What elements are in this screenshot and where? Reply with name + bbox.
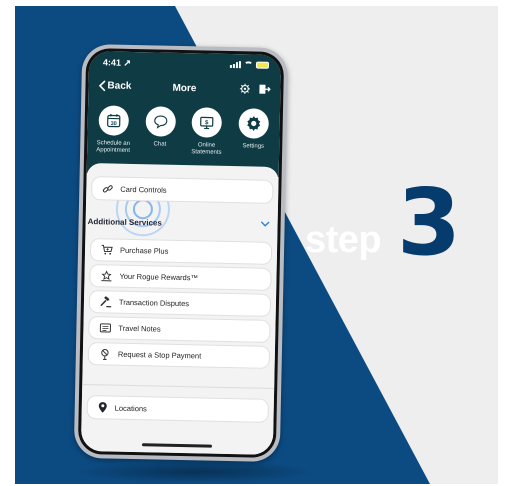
service-label: Travel Notes [118,323,161,334]
card-controls-label: Card Controls [120,184,167,195]
content-panel: Card Controls Additional Services Purcha… [80,163,279,455]
link-icon [102,184,113,192]
quick-action-label: Schedule an Appointment [96,140,131,154]
wifi-icon [243,61,254,69]
phone-screen: 4:41 ↗ Back More 30 Schedule an Appointm… [80,51,282,455]
section-divider [82,383,275,389]
battery-icon [255,61,270,69]
status-icons [229,61,270,69]
service-item-purchase-plus[interactable]: Purchase Plus [90,239,272,264]
logout-icon[interactable] [258,84,271,95]
quick-action-label: Online Statements [191,142,222,156]
service-label: Purchase Plus [119,245,169,256]
nav-actions [239,83,271,95]
services-list: Purchase Plus Your Rogue Rewards™ Transa… [88,239,272,373]
service-item-rogue-rewards[interactable]: Your Rogue Rewards™ [90,265,271,290]
chat-bubble-icon [145,106,176,137]
quick-action-chat[interactable]: Chat [138,106,183,156]
rewards-icon [101,270,112,282]
quick-action-label: Settings [242,143,265,150]
header-panel: 4:41 ↗ Back More 30 Schedule an Appointm… [86,51,282,178]
notes-icon [99,323,111,333]
gear-outline-icon[interactable] [239,83,251,94]
statement-icon: $ [191,107,223,138]
step-number: 3 [397,169,462,276]
status-time: 4:41 ↗ [102,57,132,68]
locations-label: Locations [114,403,147,413]
locations-section: Locations [87,396,268,426]
svg-text:30: 30 [111,121,117,127]
service-label: Transaction Disputes [118,297,190,309]
chevron-down-icon[interactable] [260,221,270,228]
locations-item[interactable]: Locations [87,396,268,422]
additional-services-header[interactable]: Additional Services [87,217,270,235]
step-heading: step 3 [305,177,485,281]
phone-frame: 4:41 ↗ Back More 30 Schedule an Appointm… [73,43,289,463]
quick-action-label: Chat [153,141,167,148]
service-item-travel-notes[interactable]: Travel Notes [89,317,270,342]
service-item-transaction-disputes[interactable]: Transaction Disputes [89,291,271,316]
home-indicator[interactable] [141,443,212,448]
phone-shadow [70,461,320,483]
gavel-icon [100,296,112,308]
nav-bar: Back More [98,78,271,100]
service-item-stop-payment[interactable]: Request a Stop Payment [88,343,270,368]
phone-bezel: 4:41 ↗ Back More 30 Schedule an Appointm… [77,47,285,459]
signal-icon [229,61,242,69]
status-bar: 4:41 ↗ [102,56,270,73]
step-word: step [305,219,382,261]
promo-stage: step 3 4:41 ↗ Back More 30 Schedule an A… [15,6,498,484]
cart-icon [101,244,113,255]
section-title: Additional Services [87,217,162,228]
card-controls-section: Card Controls [92,177,273,207]
quick-action-settings[interactable]: Settings [231,108,276,158]
quick-action-schedule[interactable]: 30 Schedule an Appointment [91,105,136,155]
service-label: Your Rogue Rewards™ [119,271,199,283]
gear-icon [238,108,270,139]
map-pin-icon [98,402,107,413]
quick-action-statements[interactable]: $ Online Statements [184,107,229,157]
calendar-icon: 30 [98,105,130,136]
quick-actions: 30 Schedule an Appointment Chat $ Online… [91,105,276,158]
card-controls-item[interactable]: Card Controls [92,177,273,203]
service-label: Request a Stop Payment [117,349,202,361]
svg-text:$: $ [205,120,209,126]
stop-icon [101,348,109,360]
